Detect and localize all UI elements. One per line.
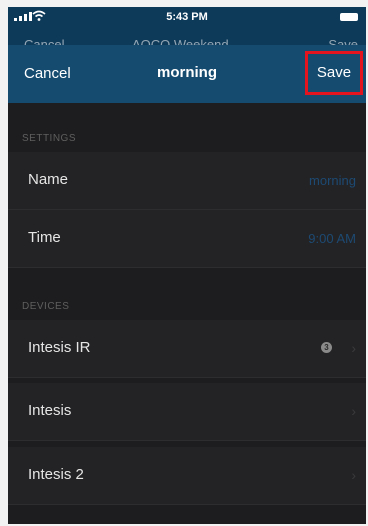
chevron-right-icon: › [351, 467, 356, 483]
settings-section-header: SETTINGS [22, 133, 77, 144]
status-time: 5:43 PM [166, 11, 208, 23]
time-row[interactable]: Time 9:00 AM [8, 210, 366, 268]
navigation-bar: Cancel morning Save [8, 45, 366, 103]
battery-icon [340, 13, 358, 21]
chevron-right-icon: › [351, 403, 356, 419]
phone-screen: 5:43 PM Cancel AOCO Weekend Save Cancel … [8, 7, 366, 524]
device-row-intesis-ir[interactable]: Intesis IR 3 › [8, 320, 366, 378]
device-row-intesis-2[interactable]: Intesis 2 › [8, 447, 366, 505]
device-label: Intesis 2 [28, 466, 84, 483]
devices-section-header: DEVICES [22, 301, 70, 312]
chevron-right-icon: › [351, 340, 356, 356]
device-row-intesis[interactable]: Intesis › [8, 383, 366, 441]
background-save-label: Save [328, 37, 358, 45]
time-label: Time [28, 229, 61, 246]
save-button[interactable]: Save [305, 51, 363, 95]
background-nav-bar: Cancel AOCO Weekend Save [8, 29, 366, 45]
name-row[interactable]: Name morning [8, 152, 366, 210]
device-label: Intesis IR [28, 339, 91, 356]
device-label: Intesis [28, 402, 72, 419]
name-label: Name [28, 171, 69, 188]
time-value: 9:00 AM [308, 231, 356, 246]
background-cancel-label: Cancel [24, 37, 65, 45]
name-value: morning [309, 173, 356, 188]
background-title: AOCO Weekend [132, 37, 229, 45]
count-badge: 3 [321, 342, 332, 353]
status-bar: 5:43 PM [8, 7, 366, 29]
